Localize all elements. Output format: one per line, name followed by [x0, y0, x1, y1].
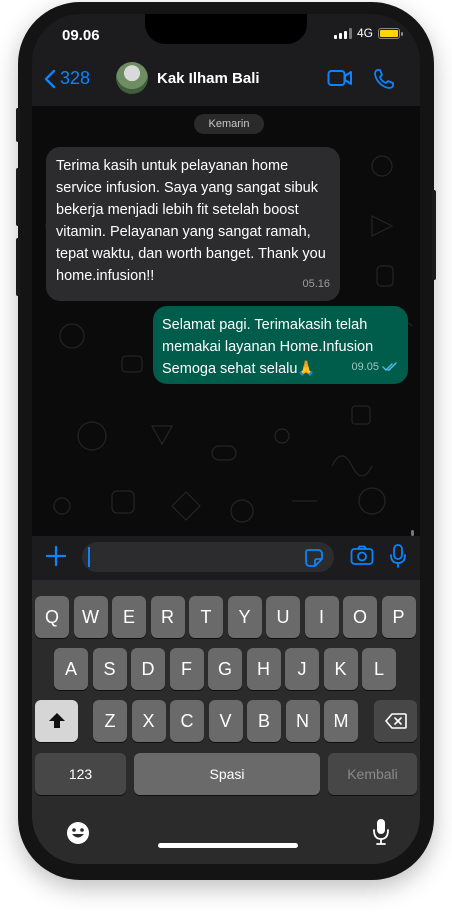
- key-i[interactable]: I: [304, 596, 339, 638]
- text-cursor: [88, 547, 90, 567]
- key-h[interactable]: H: [246, 648, 281, 690]
- message-time: 05.16: [302, 278, 330, 290]
- shift-key[interactable]: [35, 700, 78, 742]
- message-time: 09.05: [351, 361, 379, 373]
- volume-down-button: [16, 238, 20, 296]
- numbers-key[interactable]: 123: [35, 753, 126, 795]
- key-x[interactable]: X: [131, 700, 166, 742]
- message-input[interactable]: [82, 542, 334, 572]
- key-o[interactable]: O: [343, 596, 377, 638]
- key-e[interactable]: E: [112, 596, 146, 638]
- message-text: Terima kasih untuk pelayanan home servic…: [56, 158, 326, 284]
- key-n[interactable]: N: [285, 700, 320, 742]
- key-b[interactable]: B: [247, 700, 281, 742]
- power-button: [432, 190, 436, 280]
- phone-icon[interactable]: [373, 68, 395, 90]
- backspace-icon: [384, 713, 407, 729]
- key-w[interactable]: W: [73, 596, 108, 638]
- signal-icon: [333, 27, 352, 39]
- key-v[interactable]: V: [208, 700, 243, 742]
- return-key[interactable]: Kembali: [328, 753, 417, 795]
- key-k[interactable]: K: [323, 648, 358, 690]
- key-d[interactable]: D: [131, 648, 165, 690]
- status-time: 09.06: [62, 27, 100, 44]
- contact-name[interactable]: Kak Ilham Bali: [157, 70, 260, 87]
- key-f[interactable]: F: [169, 648, 204, 690]
- space-key[interactable]: Spasi: [134, 753, 320, 795]
- message-input-bar: [32, 536, 420, 580]
- phone-screen: 09.06 4G 328 Kak Ilham Bali Kemarin Teri…: [32, 14, 420, 864]
- keyboard: 123 Spasi Kembali QWERTYUIOP ASDFGHJKL ZXC…: [32, 580, 420, 864]
- key-z[interactable]: Z: [93, 700, 127, 742]
- double-check-read-icon: [382, 362, 397, 371]
- avatar[interactable]: [116, 62, 148, 94]
- plus-icon[interactable]: [44, 544, 68, 568]
- incoming-message-bubble[interactable]: Terima kasih untuk pelayanan home servic…: [46, 147, 340, 301]
- chevron-left-icon: [44, 69, 56, 88]
- network-label: 4G: [356, 26, 373, 40]
- chat-area: Kemarin Terima kasih untuk pelayanan hom…: [32, 106, 420, 536]
- key-l[interactable]: L: [362, 648, 396, 690]
- home-indicator[interactable]: [158, 843, 298, 848]
- key-p[interactable]: P: [381, 596, 416, 638]
- key-y[interactable]: Y: [227, 596, 262, 638]
- key-c[interactable]: C: [170, 700, 204, 742]
- outgoing-message-bubble[interactable]: Selamat pagi. Terimakasih telah memakai …: [153, 306, 408, 384]
- key-t[interactable]: T: [189, 596, 223, 638]
- camera-icon[interactable]: [350, 545, 374, 565]
- microphone-icon[interactable]: [390, 544, 406, 568]
- date-separator: Kemarin: [194, 114, 264, 134]
- video-camera-icon[interactable]: [327, 68, 353, 88]
- message-meta: 09.05: [351, 356, 398, 378]
- sticker-icon[interactable]: [304, 548, 324, 568]
- key-a[interactable]: A: [54, 648, 88, 690]
- key-u[interactable]: U: [266, 596, 300, 638]
- silent-switch: [16, 108, 20, 142]
- key-q[interactable]: Q: [35, 596, 69, 638]
- key-r[interactable]: R: [150, 596, 185, 638]
- dictation-mic-icon[interactable]: [372, 818, 390, 846]
- chat-header: 328 Kak Ilham Bali: [32, 54, 420, 106]
- key-s[interactable]: S: [92, 648, 127, 690]
- volume-up-button: [16, 168, 20, 226]
- back-button[interactable]: 328: [44, 68, 90, 89]
- key-j[interactable]: J: [285, 648, 319, 690]
- key-g[interactable]: G: [208, 648, 242, 690]
- status-indicators: 4G: [333, 26, 403, 40]
- backspace-key[interactable]: [374, 700, 417, 742]
- battery-level: [380, 29, 398, 37]
- emoji-icon[interactable]: [65, 820, 91, 846]
- unread-count: 328: [60, 68, 91, 88]
- key-m[interactable]: M: [324, 700, 358, 742]
- shift-arrow-icon: [48, 713, 65, 728]
- battery-icon: [378, 27, 403, 39]
- notch: [145, 14, 307, 44]
